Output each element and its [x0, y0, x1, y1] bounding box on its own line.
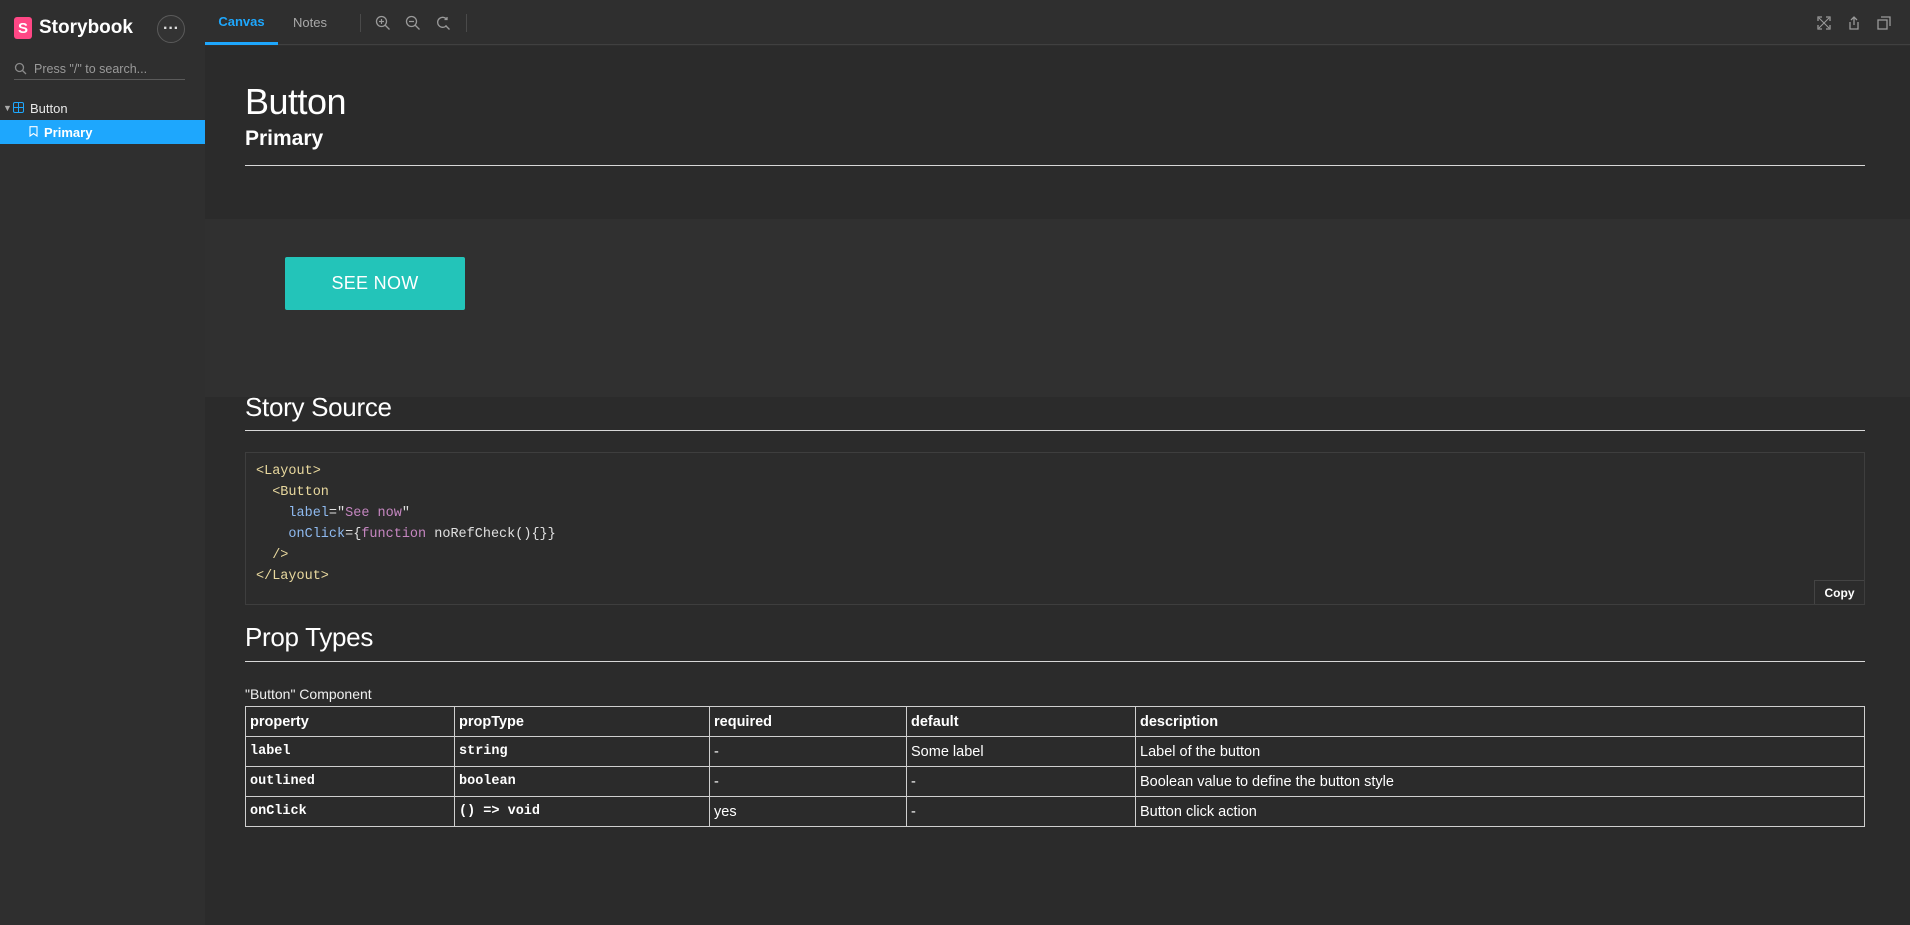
story-preview: SEE NOW [205, 219, 1910, 397]
component-icon [13, 101, 24, 116]
column-header: property [245, 706, 455, 737]
bookmark-icon [29, 125, 38, 140]
tree-item-label: Primary [44, 124, 93, 140]
brand-name: Storybook [39, 17, 133, 38]
story-tree: ▼ Button Primary [0, 96, 205, 144]
zoom-in-icon[interactable] [375, 15, 391, 31]
storybook-logo-icon: S [14, 17, 32, 39]
divider [245, 165, 1865, 166]
component-label: "Button" Component [245, 686, 372, 702]
story-subtitle: Primary [245, 127, 324, 150]
table-row: onClick () => void yes - Button click ac… [245, 796, 1865, 827]
code-line: onClick={function noRefCheck(){}} [288, 527, 556, 542]
toolbar-divider [360, 14, 361, 32]
divider [245, 430, 1865, 431]
code-line: /> [272, 548, 289, 563]
prop-name: outlined [245, 766, 455, 797]
prop-types-title: Prop Types [245, 622, 374, 652]
prop-description: Label of the button [1135, 736, 1865, 767]
prop-default: Some label [906, 736, 1136, 767]
tree-item-label: Button [30, 100, 68, 116]
prop-types-table: property propType required default descr… [245, 706, 1865, 827]
prop-description: Button click action [1135, 796, 1865, 827]
prop-required: yes [709, 796, 907, 827]
copy-button[interactable]: Copy [1814, 580, 1864, 604]
zoom-out-icon[interactable] [405, 15, 421, 31]
column-header: propType [454, 706, 710, 737]
fullscreen-icon[interactable] [1816, 15, 1832, 31]
table-row: outlined boolean - - Boolean value to de… [245, 766, 1865, 797]
prop-type: string [454, 736, 710, 767]
search-icon [14, 62, 28, 76]
prop-required: - [709, 736, 907, 767]
code-line: <Button [272, 485, 329, 500]
tree-item-primary[interactable]: Primary [0, 120, 205, 144]
tab-canvas[interactable]: Canvas [205, 0, 278, 45]
chevron-down-icon: ▼ [3, 103, 12, 113]
table-header-row: property propType required default descr… [245, 706, 1865, 737]
column-header: description [1135, 706, 1865, 737]
sidebar: S Storybook ··· ▼ Button Primary [0, 0, 205, 925]
brand[interactable]: S Storybook [14, 17, 133, 39]
tab-notes[interactable]: Notes [293, 0, 327, 45]
prop-name: onClick [245, 796, 455, 827]
code-line: </Layout> [256, 569, 329, 584]
ellipsis-icon: ··· [163, 20, 179, 37]
prop-type: boolean [454, 766, 710, 797]
reset-zoom-icon[interactable] [435, 15, 451, 31]
toolbar: Canvas Notes [205, 0, 1910, 45]
more-menu-button[interactable]: ··· [157, 15, 185, 43]
see-now-button[interactable]: SEE NOW [285, 257, 465, 310]
prop-description: Boolean value to define the button style [1135, 766, 1865, 797]
tab-label: Canvas [218, 13, 265, 29]
story-source-code: <Layout> <Button label="See now" onClick… [245, 452, 1865, 605]
table-row: label string - Some label Label of the b… [245, 736, 1865, 767]
column-header: required [709, 706, 907, 737]
prop-default: - [906, 766, 1136, 797]
share-icon[interactable] [1846, 15, 1862, 31]
code-line: <Layout> [256, 464, 321, 479]
search-bar [14, 58, 185, 80]
prop-required: - [709, 766, 907, 797]
prop-default: - [906, 796, 1136, 827]
tab-label: Notes [293, 15, 327, 30]
search-input[interactable] [34, 61, 184, 76]
tree-item-button[interactable]: ▼ Button [0, 96, 205, 120]
story-source-title: Story Source [245, 392, 392, 422]
open-new-tab-icon[interactable] [1876, 15, 1892, 31]
column-header: default [906, 706, 1136, 737]
prop-type: () => void [454, 796, 710, 827]
page-title: Button [245, 81, 347, 122]
canvas: Button Primary SEE NOW Story Source <Lay… [205, 46, 1910, 925]
toolbar-divider [466, 14, 467, 32]
code-line: label="See now" [288, 506, 410, 521]
prop-name: label [245, 736, 455, 767]
divider [245, 661, 1865, 662]
